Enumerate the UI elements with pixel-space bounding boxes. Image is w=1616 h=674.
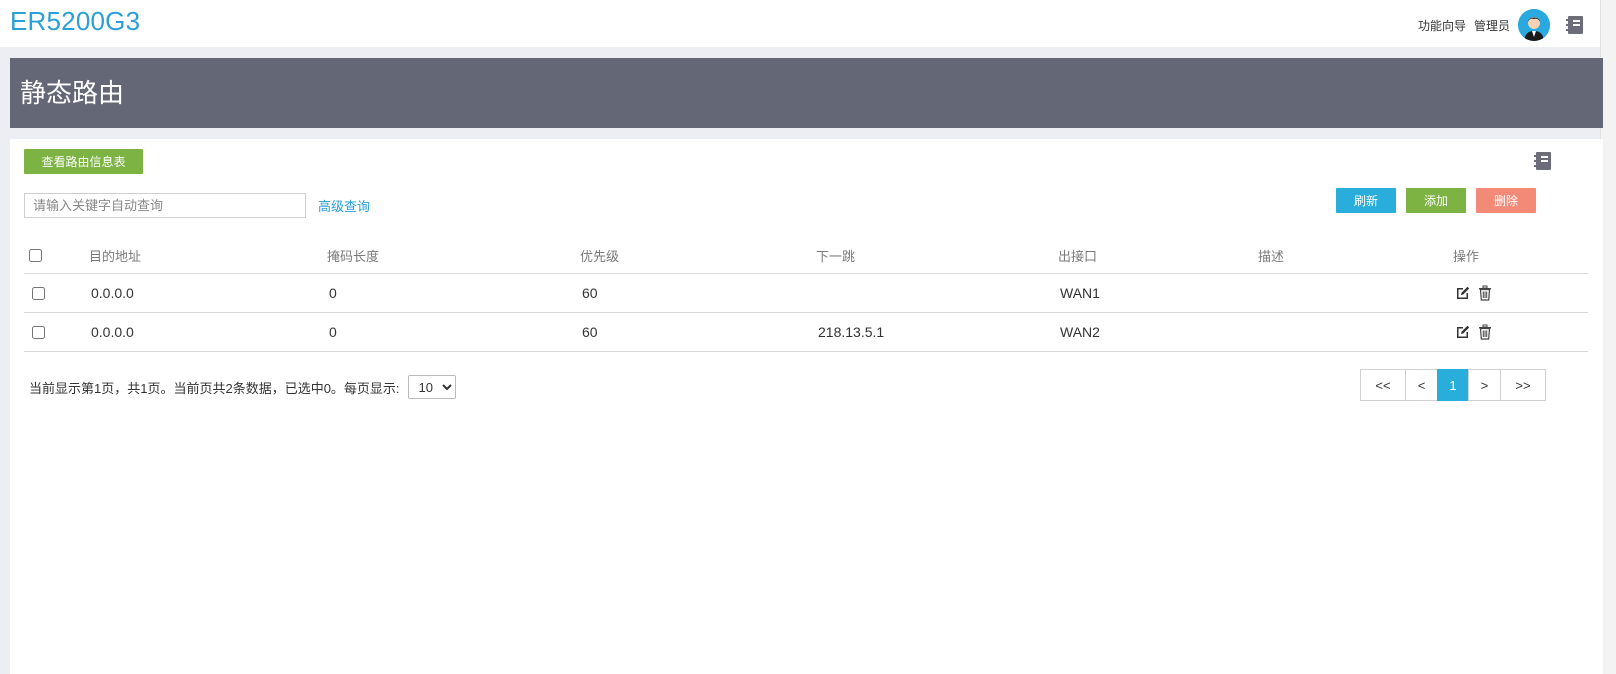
delete-button[interactable]: 删除 (1476, 188, 1536, 213)
pagination-summary-text: 当前显示第1页，共1页。当前页共2条数据，已选中0。每页显示: (29, 380, 400, 396)
column-header-actions: 操作 (1453, 248, 1480, 264)
row-checkbox[interactable] (32, 286, 45, 300)
edit-icon[interactable] (1455, 285, 1471, 301)
main-panel: 查看路由信息表 高级查询 刷新 添加 删除 目的地址 掩码长度 优先级 下一跳 … (10, 139, 1603, 674)
refresh-button[interactable]: 刷新 (1336, 188, 1396, 213)
current-page-button[interactable]: 1 (1437, 369, 1469, 401)
next-page-button[interactable]: > (1468, 369, 1501, 401)
row-actions (1455, 274, 1493, 312)
wizard-link[interactable]: 功能向导 (1418, 17, 1466, 34)
cell-interface: WAN2 (1060, 324, 1100, 340)
pagination: << < 1 > >> (1360, 369, 1546, 401)
row-checkbox[interactable] (32, 325, 45, 339)
cell-next-hop: 218.13.5.1 (818, 324, 885, 340)
add-button[interactable]: 添加 (1406, 188, 1466, 213)
row-select-cell (32, 313, 45, 351)
brand-logo-text: ER5200G3 (10, 6, 141, 36)
cell-interface: WAN1 (1060, 285, 1100, 301)
route-table: 目的地址 掩码长度 优先级 下一跳 出接口 描述 操作 0.0.0.0 0 60… (24, 237, 1588, 352)
prev-page-button[interactable]: < (1405, 369, 1438, 401)
top-bar: ER5200G3 功能向导 管理员 (0, 0, 1600, 47)
user-avatar-icon[interactable] (1518, 9, 1550, 41)
advanced-search-link[interactable]: 高级查询 (318, 196, 370, 215)
last-page-button[interactable]: >> (1500, 369, 1546, 401)
cell-priority: 60 (582, 324, 598, 340)
select-all-cell (29, 237, 42, 273)
notebook-icon[interactable] (1532, 150, 1554, 172)
trash-icon[interactable] (1477, 324, 1493, 340)
row-select-cell (32, 274, 45, 312)
search-input[interactable] (24, 193, 306, 218)
page-size-select[interactable]: 10 20 50 (407, 375, 456, 399)
row-actions (1455, 313, 1493, 351)
first-page-button[interactable]: << (1360, 369, 1406, 401)
table-header: 目的地址 掩码长度 优先级 下一跳 出接口 描述 操作 (24, 237, 1588, 274)
select-all-checkbox[interactable] (29, 248, 42, 262)
top-right-menu: 功能向导 管理员 (1418, 8, 1586, 42)
column-header-description: 描述 (1258, 248, 1285, 264)
cell-dest: 0.0.0.0 (91, 285, 134, 301)
trash-icon[interactable] (1477, 285, 1493, 301)
column-header-interface: 出接口 (1058, 248, 1098, 264)
cell-priority: 60 (582, 285, 598, 301)
column-header-dest: 目的地址 (89, 248, 142, 264)
column-header-priority: 优先级 (580, 248, 620, 264)
page-title-banner: 静态路由 (10, 58, 1603, 128)
table-row: 0.0.0.0 0 60 218.13.5.1 WAN2 (24, 313, 1588, 352)
cell-dest: 0.0.0.0 (91, 324, 134, 340)
table-row: 0.0.0.0 0 60 WAN1 (24, 274, 1588, 313)
view-route-table-button[interactable]: 查看路由信息表 (24, 149, 143, 174)
cell-mask: 0 (329, 324, 337, 340)
notebook-icon[interactable] (1564, 14, 1586, 36)
cell-mask: 0 (329, 285, 337, 301)
page-title: 静态路由 (20, 78, 125, 108)
column-header-mask: 掩码长度 (327, 248, 380, 264)
pagination-summary: 当前显示第1页，共1页。当前页共2条数据，已选中0。每页显示: 10 20 50 (29, 375, 456, 399)
edit-icon[interactable] (1455, 324, 1471, 340)
admin-user-link[interactable]: 管理员 (1474, 17, 1510, 34)
column-header-next-hop: 下一跳 (816, 248, 856, 264)
